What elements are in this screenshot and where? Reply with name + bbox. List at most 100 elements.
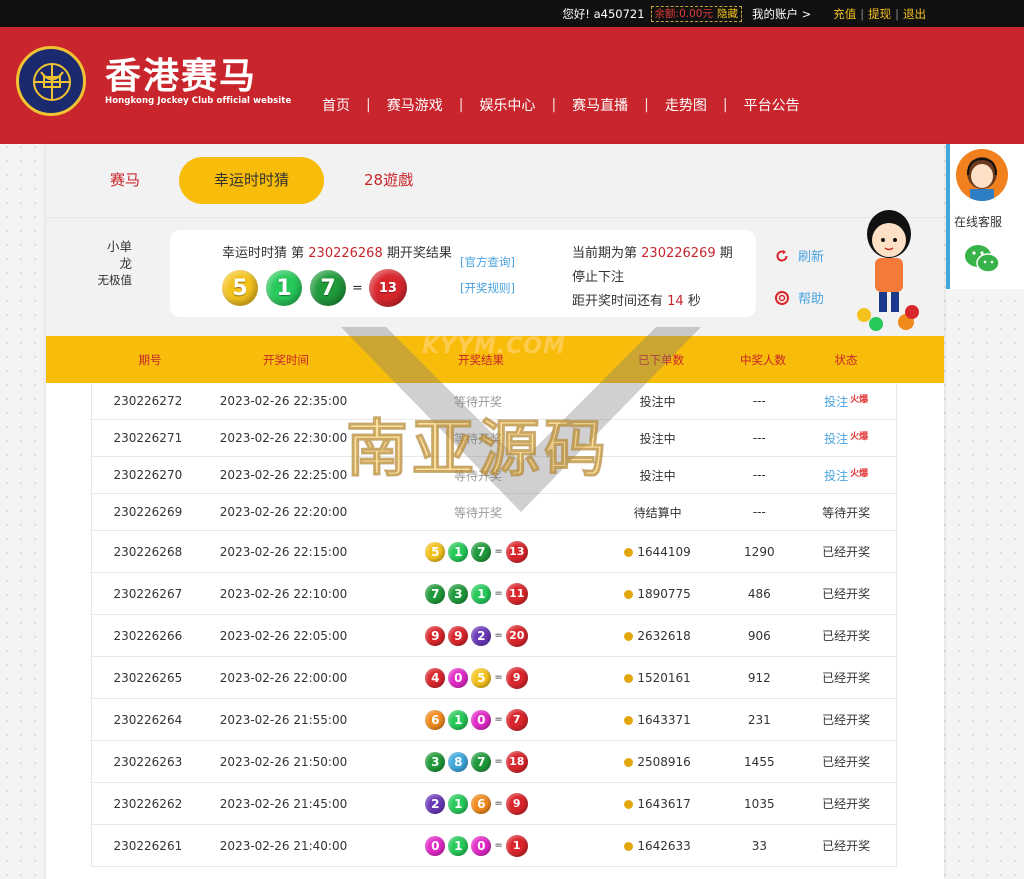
bet-link[interactable]: 投注 — [824, 432, 848, 446]
coin-icon — [624, 715, 634, 725]
winners-cell: 912 — [747, 670, 771, 685]
pending-result: 等待开奖 — [454, 394, 503, 409]
tab-28-game[interactable]: 28遊戲 — [364, 157, 413, 204]
hot-fire-icon: 火爆 — [850, 432, 869, 442]
order-count: 1643371 — [637, 712, 691, 727]
result-cell: 5 1 7 = 13 — [363, 540, 592, 563]
latest-result-balls: 5 1 7 = 13 — [222, 269, 415, 307]
draw-status: 已经开奖 — [822, 755, 871, 769]
period-cell: 230226267 — [113, 586, 183, 601]
countdown: 距开奖时间还有 14 秒 — [572, 290, 701, 309]
game-panel: 赛马 幸运时时猜 28遊戲 小单 龙 无极值 幸运时时猜 第 230226268… — [46, 144, 944, 879]
orders-cell: 投注中 — [593, 430, 723, 447]
separator: | — [860, 6, 865, 21]
draw-status: 已经开奖 — [822, 839, 871, 853]
recharge-link[interactable]: 充值 — [833, 6, 856, 22]
orders-cell: 待结算中 — [593, 504, 723, 521]
result-sum-ball: 20 — [505, 624, 528, 647]
result-attributes: 小单 龙 无极值 — [86, 238, 133, 289]
game-tabs: 赛马 幸运时时猜 28遊戲 — [46, 144, 944, 217]
col-orders: 已下单数 — [638, 352, 684, 367]
official-query-link[interactable]: [官方查询] — [460, 254, 515, 270]
winners-cell: 1455 — [744, 754, 775, 769]
separator: | — [551, 97, 557, 113]
status-cell: 已经开奖 — [796, 585, 896, 602]
nav-racing-games[interactable]: 赛马游戏 — [371, 97, 459, 115]
orders-cell: 1643371 — [593, 713, 723, 727]
period-cell: 230226269 — [113, 505, 183, 519]
winners-cell: 1290 — [744, 544, 775, 559]
result-ball: 1 — [448, 835, 469, 856]
winners-cell: --- — [752, 394, 766, 408]
result-cell: 4 0 5 = 9 — [363, 666, 592, 689]
help-label: 帮助 — [798, 292, 825, 307]
result-ball: 3 — [448, 583, 469, 604]
result-ball: 8 — [448, 751, 469, 772]
winners-cell: 1035 — [744, 796, 775, 811]
status-cell: 已经开奖 — [796, 837, 896, 854]
period-cell: 230226270 — [113, 468, 183, 482]
tab-horse-racing[interactable]: 赛马 — [110, 157, 140, 204]
result-sum-ball: 11 — [505, 582, 528, 605]
result-balls: 7 3 1 = 11 — [363, 582, 592, 605]
orders-cell: 1642633 — [593, 839, 723, 853]
wechat-icon[interactable] — [962, 239, 1002, 279]
result-sum-ball: 13 — [368, 269, 407, 307]
orders-cell: 1643617 — [593, 797, 723, 811]
nav-announcements[interactable]: 平台公告 — [728, 97, 816, 115]
customer-service-avatar-icon[interactable] — [956, 149, 1008, 201]
table-row: 230226271 2023-02-26 22:30:00 等待开奖 投注中 --- 投注… — [91, 420, 897, 457]
withdraw-link[interactable]: 提现 — [868, 6, 891, 22]
tab-lucky-guess[interactable]: 幸运时时猜 — [179, 157, 324, 204]
nav-trend-chart[interactable]: 走势图 — [649, 97, 723, 115]
equals-sign: = — [494, 588, 503, 599]
countdown-seconds: 14 — [667, 294, 684, 309]
result-sum-ball: 1 — [505, 834, 528, 857]
draw-info: 小单 龙 无极值 幸运时时猜 第 230226268 期开奖结果 5 1 7 =… — [46, 217, 944, 336]
draw-status: 等待开奖 — [822, 505, 871, 520]
period-cell: 230226271 — [113, 431, 183, 445]
table-row: 230226272 2023-02-26 22:35:00 等待开奖 投注中 --- 投注… — [91, 383, 897, 420]
order-count: 1520161 — [637, 670, 691, 685]
nav-entertainment[interactable]: 娱乐中心 — [463, 97, 551, 115]
customer-service-label[interactable]: 在线客服 — [954, 213, 1002, 230]
result-ball: 0 — [425, 835, 446, 856]
period-cell: 230226262 — [113, 796, 183, 811]
separator: | — [722, 97, 728, 113]
logout-link[interactable]: 退出 — [903, 6, 926, 22]
result-cell: 等待开奖 — [363, 393, 592, 410]
equals-sign: = — [352, 280, 363, 296]
draw-rules-link[interactable]: [开奖规则] — [460, 280, 515, 296]
nav-home[interactable]: 首页 — [306, 97, 366, 115]
table-row: 230226262 2023-02-26 21:45:00 2 1 6 = 9 1643617… — [91, 783, 897, 825]
my-account-link[interactable]: 我的账户 > — [752, 6, 811, 22]
winners-cell: 486 — [747, 586, 771, 601]
result-ball: 0 — [471, 835, 492, 856]
draw-status: 已经开奖 — [822, 587, 871, 601]
result-sum-ball: 9 — [505, 666, 528, 689]
user-greeting: 您好! a450721 — [562, 6, 645, 21]
equals-sign: = — [494, 756, 503, 767]
refresh-button[interactable]: 刷新 — [775, 246, 824, 265]
col-draw-result: 开奖结果 — [458, 352, 504, 367]
coin-icon — [624, 757, 634, 767]
nav-live-racing[interactable]: 赛马直播 — [556, 97, 644, 115]
balance-amount: 余额:0.00元 — [654, 7, 713, 20]
bet-link[interactable]: 投注 — [824, 395, 848, 409]
help-icon — [775, 290, 789, 305]
brand-tagline: Hongkong Jockey Club official website — [105, 96, 292, 106]
result-balls: 2 1 6 = 9 — [363, 792, 592, 815]
help-button[interactable]: 帮助 — [775, 288, 824, 307]
result-balls: 3 8 7 = 18 — [363, 750, 592, 773]
table-row: 230226266 2023-02-26 22:05:00 9 9 2 = 20 263261… — [91, 615, 897, 657]
mascot-illustration-icon — [857, 210, 919, 331]
winners-cell: --- — [752, 431, 766, 445]
jockey-club-logo-icon[interactable] — [16, 46, 86, 116]
status-cell: 投注 火爆 — [796, 429, 896, 447]
bet-link[interactable]: 投注 — [824, 469, 848, 483]
site-header: 香港赛马 Hongkong Jockey Club official websi… — [0, 27, 1024, 144]
balance-hide-link[interactable]: 隐藏 — [717, 7, 738, 21]
draw-status: 已经开奖 — [822, 545, 871, 559]
hot-fire-icon: 火爆 — [850, 469, 869, 479]
result-period: 230226268 — [308, 246, 383, 261]
